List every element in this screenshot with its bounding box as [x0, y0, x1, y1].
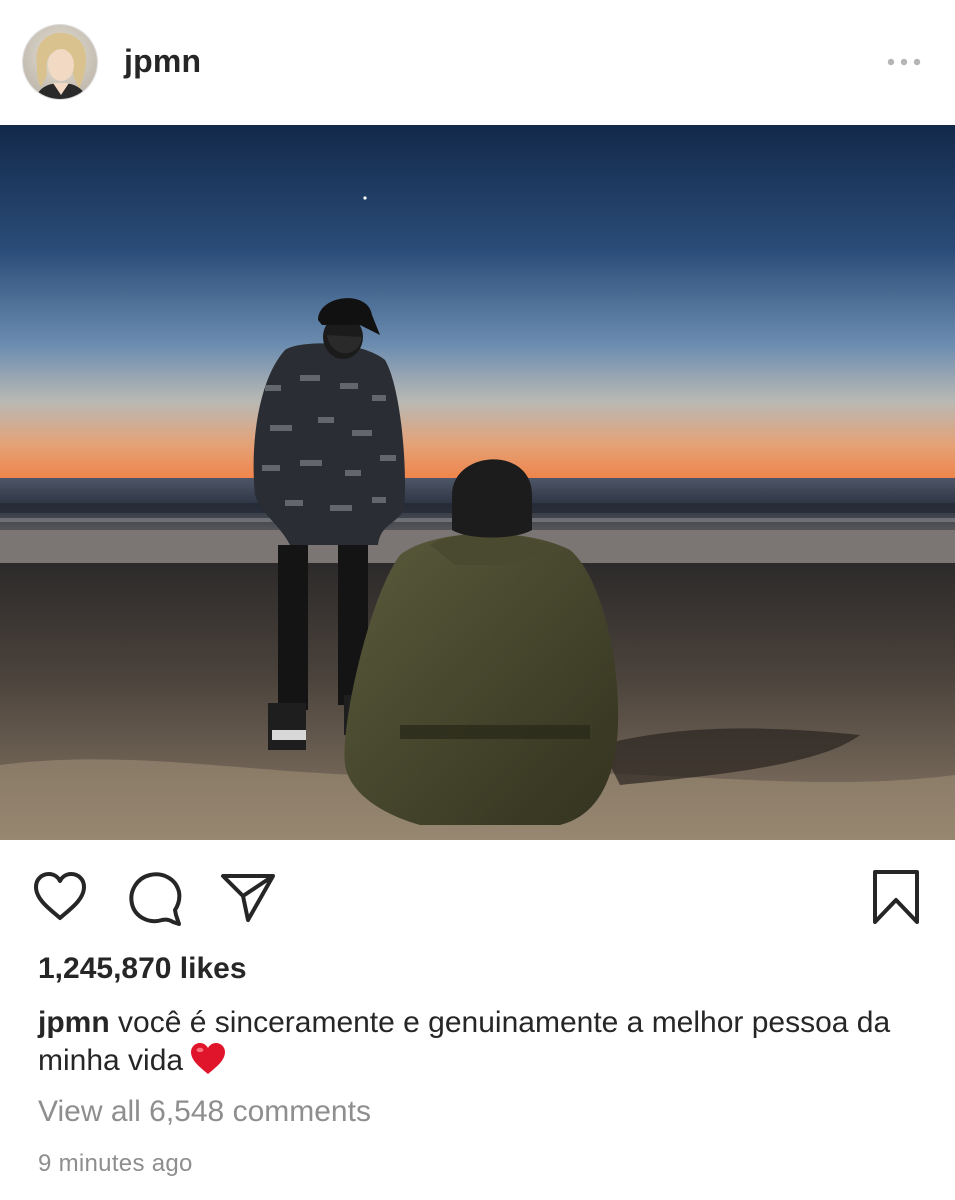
more-dots-icon[interactable] [884, 52, 924, 72]
profile-avatar[interactable] [23, 25, 97, 99]
post-header: jpmn [0, 0, 955, 125]
username[interactable]: jpmn [124, 43, 201, 80]
caption: jpmn você é sinceramente e genuinamente … [38, 1004, 933, 1080]
view-all-comments-link[interactable]: View all 6,548 comments [38, 1095, 371, 1129]
paper-plane-icon[interactable] [219, 868, 277, 926]
post-timestamp: 9 minutes ago [38, 1150, 193, 1177]
post-photo[interactable] [0, 125, 955, 840]
caption-username[interactable]: jpmn [38, 1006, 110, 1039]
likes-count[interactable]: 1,245,870 likes [38, 952, 247, 986]
heart-emoji [189, 1042, 227, 1076]
caption-text: você é sinceramente e genuinamente a mel… [38, 1006, 891, 1077]
action-bar [0, 840, 955, 950]
comment-icon[interactable] [125, 868, 183, 926]
heart-icon[interactable] [31, 868, 89, 926]
bookmark-icon[interactable] [867, 868, 925, 926]
